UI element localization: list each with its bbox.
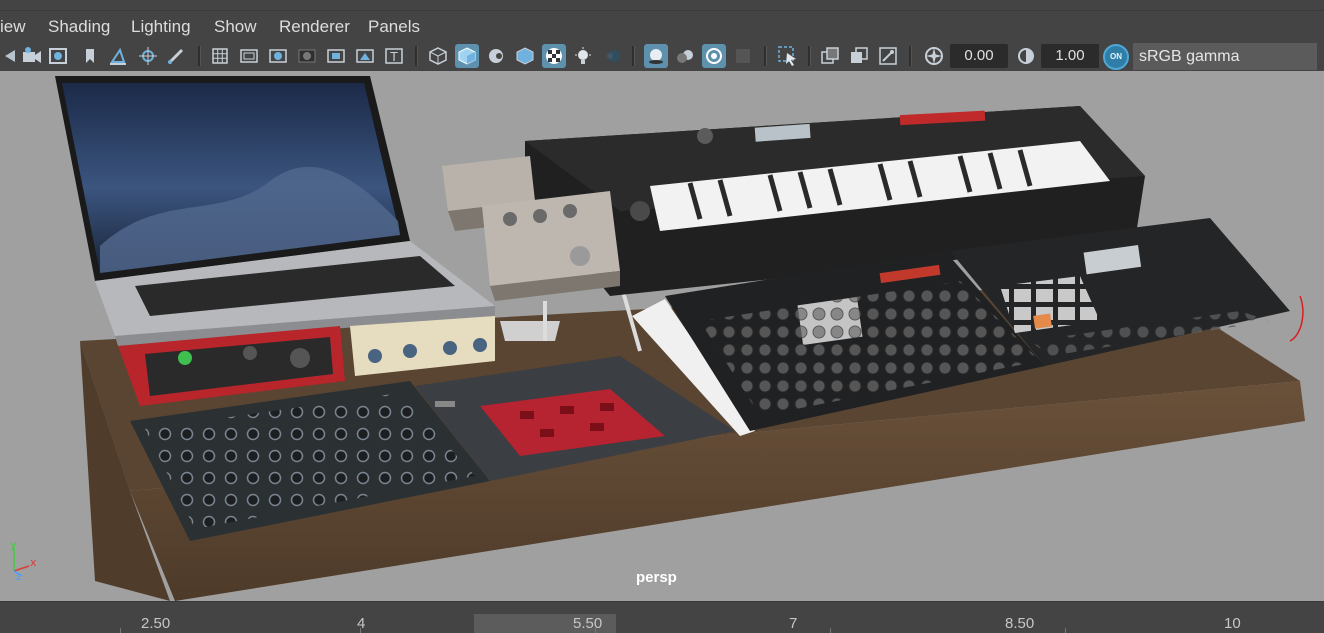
wireframe-icon[interactable] — [426, 44, 450, 68]
menu-panels[interactable]: Panels — [368, 17, 420, 37]
toolbar-separator — [632, 46, 635, 66]
multisample-aa-icon[interactable] — [702, 44, 726, 68]
svg-text:T: T — [389, 50, 398, 64]
gamma-icon[interactable] — [1014, 44, 1038, 68]
timeline-label: 7 — [789, 615, 798, 632]
bookmark-icon[interactable] — [78, 44, 102, 68]
panel-menubar: iew Shading Lighting Show Renderer Panel… — [0, 11, 1324, 41]
timeline-tick — [1065, 628, 1066, 633]
xray-joints-icon[interactable] — [876, 44, 900, 68]
toolbar-separator — [808, 46, 811, 66]
screen-space-ao-icon[interactable] — [644, 44, 668, 68]
default-material-icon[interactable] — [513, 44, 537, 68]
menu-show[interactable]: Show — [214, 17, 257, 37]
timeline-label: 5.50 — [573, 615, 603, 632]
camera-settings-icon[interactable] — [46, 44, 70, 68]
gamma-field[interactable]: 1.00 — [1041, 44, 1099, 68]
laptop — [55, 76, 495, 346]
timeline-tick — [120, 628, 121, 633]
toolbar-separator — [415, 46, 418, 66]
toolbar-separator — [909, 46, 912, 66]
toolbar-separator — [198, 46, 201, 66]
texture-icon[interactable] — [542, 44, 566, 68]
lights-icon[interactable] — [571, 44, 595, 68]
window-top-strip — [0, 0, 1324, 11]
grease-pencil-icon[interactable] — [164, 44, 188, 68]
toolbar-separator — [764, 46, 767, 66]
menu-shading[interactable]: Shading — [48, 17, 110, 37]
scene-render — [55, 76, 1305, 601]
grid-icon[interactable] — [208, 44, 232, 68]
timeline-label: 8.50 — [1005, 615, 1035, 632]
two-d-pan-zoom-icon[interactable] — [136, 44, 160, 68]
exposure-icon[interactable] — [922, 44, 946, 68]
smooth-shade-icon[interactable] — [455, 44, 479, 68]
manipulator-handle[interactable] — [1289, 295, 1304, 342]
menu-renderer[interactable]: Renderer — [279, 17, 350, 37]
depth-of-field-icon[interactable] — [731, 44, 755, 68]
axis-z-label: z — [16, 572, 21, 581]
isolate-select-icon[interactable] — [776, 44, 800, 68]
timeline-label: 2.50 — [141, 615, 171, 632]
gate-mask-icon[interactable] — [295, 44, 319, 68]
time-slider[interactable]: 2.50 4 5.50 7 8.50 10 — [0, 601, 1324, 633]
camera-name-label: persp — [636, 569, 677, 586]
field-chart-icon[interactable] — [324, 44, 348, 68]
camera-attributes-icon[interactable] — [20, 44, 44, 68]
view-transform-dropdown[interactable]: sRGB gamma — [1133, 43, 1317, 70]
image-plane-icon[interactable] — [106, 44, 130, 68]
shadows-icon[interactable] — [600, 44, 624, 68]
xray-icon[interactable] — [818, 44, 842, 68]
shade-selected-icon[interactable] — [484, 44, 508, 68]
menu-lighting[interactable]: Lighting — [131, 17, 191, 37]
menu-view[interactable]: iew — [0, 17, 26, 37]
panel-toolbar: T 0.00 1.00 ON sRGB gamma — [0, 42, 1324, 71]
timeline-label: 4 — [357, 615, 366, 632]
motion-blur-icon[interactable] — [673, 44, 697, 68]
perspective-viewport[interactable]: y x z persp — [0, 71, 1324, 601]
color-management-toggle[interactable]: ON — [1103, 44, 1129, 70]
axis-y-label: y — [10, 538, 17, 551]
resolution-gate-icon[interactable] — [266, 44, 290, 68]
xray-active-components-icon[interactable] — [847, 44, 871, 68]
axis-x-label: x — [30, 556, 37, 569]
axis-gizmo: y x z — [10, 538, 37, 581]
safe-title-icon[interactable]: T — [382, 44, 406, 68]
timeline-tick — [830, 628, 831, 633]
film-gate-icon[interactable] — [237, 44, 261, 68]
exposure-field[interactable]: 0.00 — [950, 44, 1008, 68]
safe-action-icon[interactable] — [353, 44, 377, 68]
timeline-label: 10 — [1224, 615, 1241, 632]
